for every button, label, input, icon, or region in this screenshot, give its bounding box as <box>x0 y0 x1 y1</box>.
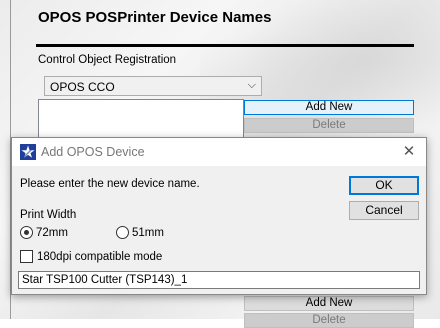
device-name-list[interactable] <box>38 99 244 139</box>
add-opos-device-dialog: Add OPOS Device ✕ Please enter the new d… <box>11 137 427 295</box>
delete-button[interactable]: Delete <box>244 118 414 133</box>
compat-mode-checkbox[interactable] <box>20 250 33 263</box>
ok-button[interactable]: OK <box>349 176 419 195</box>
control-object-registration-label: Control Object Registration <box>38 54 177 66</box>
print-width-label: Print Width <box>20 209 77 221</box>
radio-72mm[interactable] <box>20 226 33 239</box>
delete-button-secondary[interactable]: Delete <box>244 313 414 328</box>
add-new-button-secondary[interactable]: Add New <box>244 296 414 311</box>
star-logo-icon <box>20 144 36 160</box>
chevron-down-icon[interactable]: ⌵ <box>248 79 256 92</box>
dialog-prompt: Please enter the new device name. <box>20 178 200 190</box>
compat-mode-checkbox-label[interactable]: 180dpi compatible mode <box>37 251 162 263</box>
title-divider <box>36 44 414 47</box>
dialog-title: Add OPOS Device <box>41 145 145 159</box>
control-object-combo[interactable]: OPOS CCO ⌵ <box>44 76 262 96</box>
combo-selected-value: OPOS CCO <box>50 80 115 94</box>
radio-selected-dot <box>24 230 29 235</box>
page-title: OPOS POSPrinter Device Names <box>38 9 272 26</box>
dialog-titlebar[interactable]: Add OPOS Device ✕ <box>12 138 426 166</box>
radio-51mm[interactable] <box>116 226 129 239</box>
radio-72mm-label[interactable]: 72mm <box>36 227 68 239</box>
cancel-button[interactable]: Cancel <box>349 201 419 220</box>
device-name-input[interactable] <box>18 271 420 289</box>
radio-51mm-label[interactable]: 51mm <box>132 227 164 239</box>
close-icon[interactable]: ✕ <box>394 138 424 166</box>
add-new-button[interactable]: Add New <box>244 100 414 115</box>
